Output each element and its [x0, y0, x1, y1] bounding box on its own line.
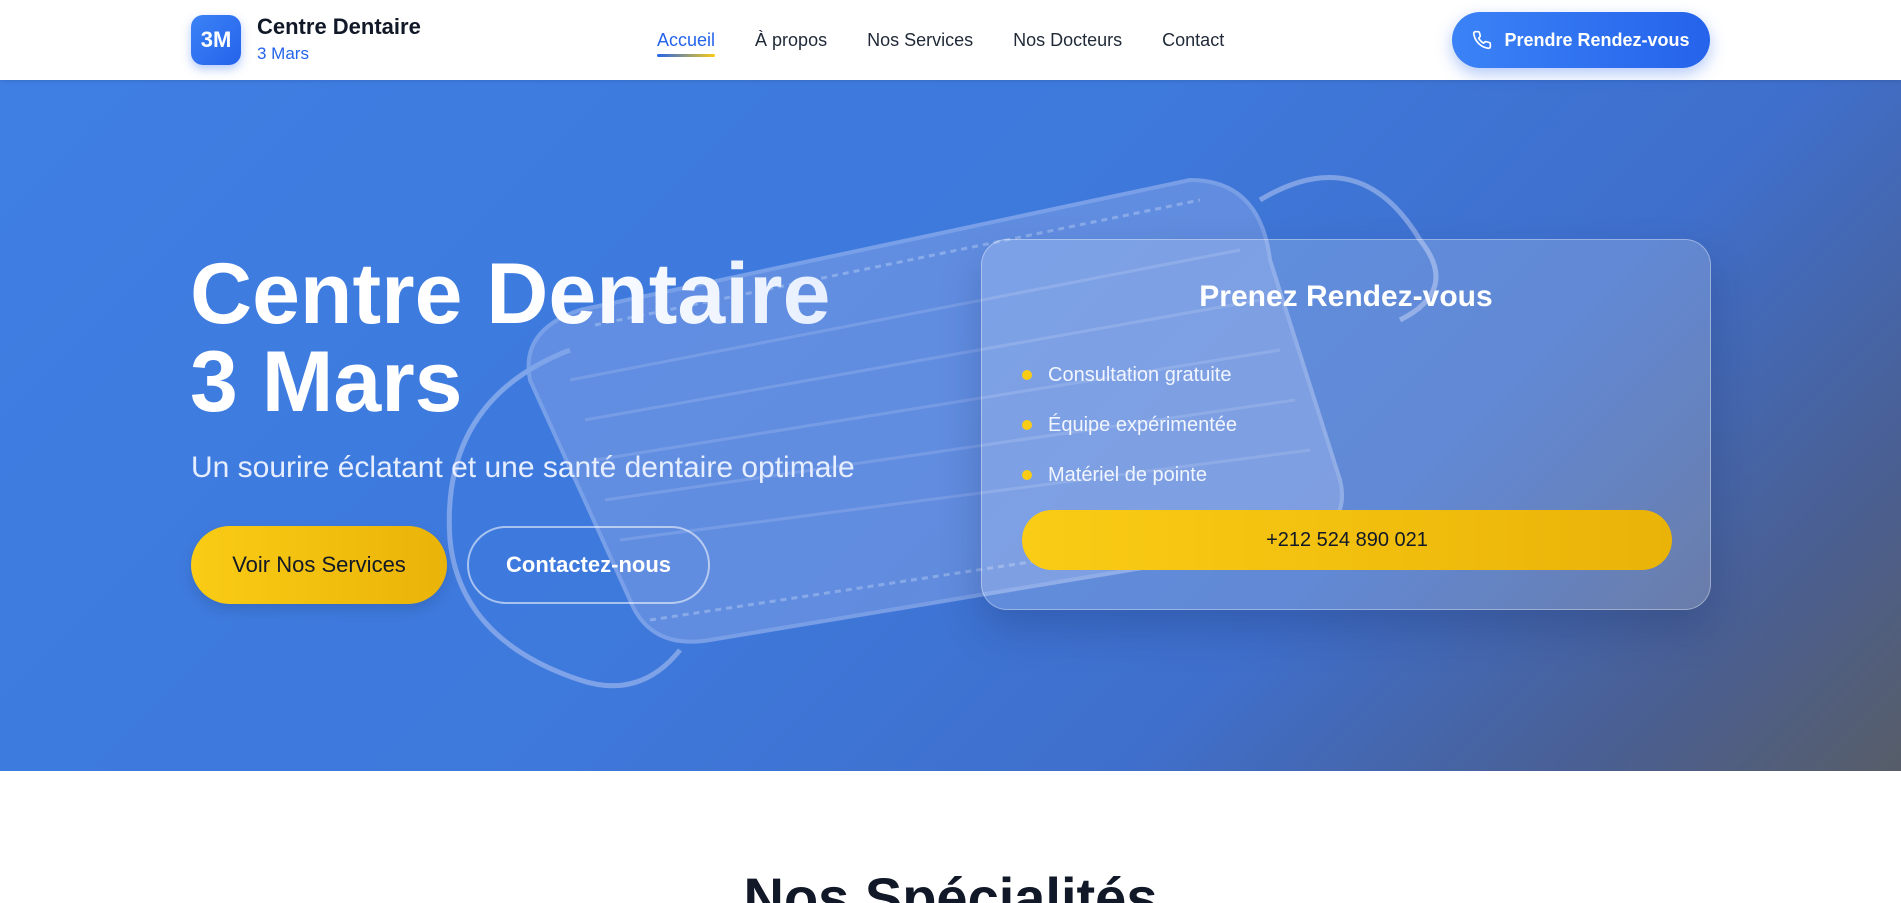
hero-title-line2: 3 Mars — [190, 334, 463, 430]
feature-label: Matériel de pointe — [1048, 463, 1207, 486]
bullet-dot-icon — [1022, 420, 1032, 430]
nav-item-nos-services[interactable]: Nos Services — [867, 28, 973, 52]
book-appointment-label: Prendre Rendez-vous — [1504, 29, 1690, 50]
bullet-dot-icon — [1022, 370, 1032, 380]
hero-title-line1: Centre Dentaire — [190, 250, 990, 338]
hero-section: Centre Dentaire 3 Mars Un sourire éclata… — [0, 80, 1901, 771]
hero-title: Centre Dentaire 3 Mars — [190, 250, 990, 426]
nav-item-contact[interactable]: Contact — [1162, 28, 1224, 52]
hero-subtitle: Un sourire éclatant et une santé dentair… — [191, 451, 855, 484]
list-item: Matériel de pointe — [1022, 450, 1237, 500]
phone-icon — [1473, 30, 1492, 50]
nav-item-a-propos[interactable]: À propos — [755, 28, 827, 52]
view-services-button[interactable]: Voir Nos Services — [191, 526, 447, 604]
nav-item-nos-docteurs[interactable]: Nos Docteurs — [1013, 28, 1122, 52]
feature-label: Équipe expérimentée — [1048, 413, 1238, 436]
appointment-card-title: Prenez Rendez-vous — [1199, 280, 1493, 313]
logo-text: Centre Dentaire 3 Mars — [257, 14, 421, 66]
list-item: Équipe expérimentée — [1022, 400, 1237, 450]
contact-us-button[interactable]: Contactez-nous — [467, 526, 710, 604]
logo-badge: 3M — [191, 15, 241, 65]
feature-list: Consultation gratuite Équipe expérimenté… — [1022, 350, 1237, 500]
logo-subtitle: 3 Mars — [257, 44, 309, 63]
logo-title: Centre Dentaire — [257, 14, 421, 39]
list-item: Consultation gratuite — [1022, 350, 1237, 400]
bullet-dot-icon — [1022, 470, 1032, 480]
nav-item-accueil[interactable]: Accueil — [657, 28, 716, 57]
specialties-heading: Nos Spécialités — [743, 866, 1158, 903]
phone-number-button[interactable]: +212 524 890 021 — [1022, 510, 1672, 570]
logo[interactable]: 3M Centre Dentaire 3 Mars — [191, 14, 421, 66]
appointment-card: Prenez Rendez-vous Consultation gratuite… — [981, 239, 1711, 610]
feature-label: Consultation gratuite — [1048, 363, 1232, 386]
site-header: 3M Centre Dentaire 3 Mars Accueil À prop… — [0, 0, 1901, 80]
main-nav: Accueil À propos Nos Services Nos Docteu… — [657, 28, 1264, 57]
book-appointment-button[interactable]: Prendre Rendez-vous — [1452, 12, 1710, 68]
